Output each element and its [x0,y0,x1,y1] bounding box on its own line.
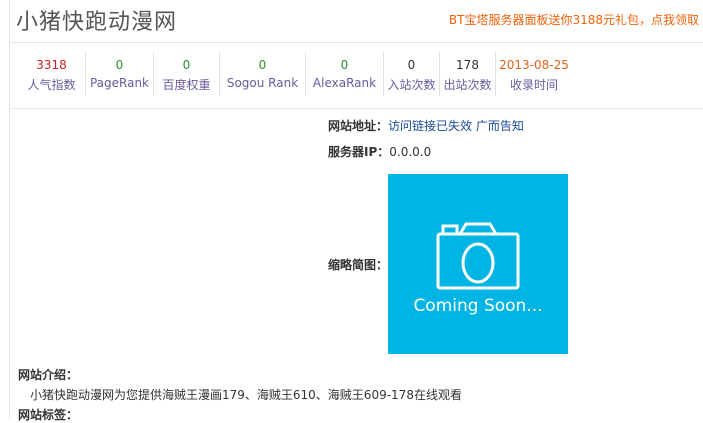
site-url-row: 网站地址：访问链接已失效 广而告知 [328,117,524,134]
promo-link[interactable]: BT宝塔服务器面板送你3188元礼包，点我领取 [449,11,699,28]
thumbnail-label: 缩略简图： [328,258,389,272]
ip-value: 0.0.0.0 [389,145,432,159]
stat-value: 0 [407,58,416,72]
stat-pagerank: 0 PageRank [86,52,154,96]
stat-alexa-rank: 0 AlexaRank [306,52,384,96]
stat-label: 收录时间 [509,78,558,92]
stat-value: 2013-08-25 [499,58,569,72]
coming-soon-text: Coming Soon... [413,296,543,316]
stat-value: 0 [182,58,191,72]
camera-icon [436,222,520,290]
stat-value: 3318 [36,58,67,72]
url-label: 网站地址： [328,119,389,133]
stat-label: Sogou Rank [226,76,299,90]
stat-label: 百度权重 [162,78,211,92]
server-ip-row: 服务器IP：0.0.0.0 [328,143,431,160]
url-status-link[interactable]: 访问链接已失效 [388,119,472,133]
tags-label: 网站标签： [18,408,79,422]
stat-inbound: 0 入站次数 [384,52,440,96]
header-divider [10,42,703,43]
intro-label: 网站介绍： [18,368,79,382]
stat-label: AlexaRank [312,76,377,90]
stat-indexed-date: 2013-08-25 收录时间 [496,52,572,96]
stats-divider [10,108,703,109]
intro-text: 小猪快跑动漫网为您提供海贼王漫画179、海贼王610、海贼王609-178在线观… [30,388,462,402]
ip-label: 服务器IP： [328,145,390,159]
stat-sogou-rank: 0 Sogou Rank [220,52,306,96]
stat-value: 178 [456,58,479,72]
stat-label: 人气指数 [27,78,76,92]
stat-label: PageRank [89,76,150,90]
stat-popularity: 3318 人气指数 [18,52,86,96]
stat-baidu-weight: 0 百度权重 [154,52,220,96]
thumbnail-image: Coming Soon... [388,174,568,354]
left-border [9,0,10,418]
stat-value: 0 [115,58,124,72]
ad-link[interactable]: 广而告知 [476,119,524,133]
stat-value: 0 [258,58,267,72]
stat-label: 入站次数 [387,78,436,92]
stat-value: 0 [340,58,349,72]
thumbnail-label-row: 缩略简图： [328,256,388,273]
page-title: 小猪快跑动漫网 [16,10,178,35]
header: 小猪快跑动漫网 BT宝塔服务器面板送你3188元礼包，点我领取 [16,0,703,42]
stat-outbound: 178 出站次数 [440,52,496,96]
stat-label: 出站次数 [443,78,492,92]
stats-bar: 3318 人气指数 0 PageRank 0 百度权重 0 Sogou Rank… [18,52,572,96]
